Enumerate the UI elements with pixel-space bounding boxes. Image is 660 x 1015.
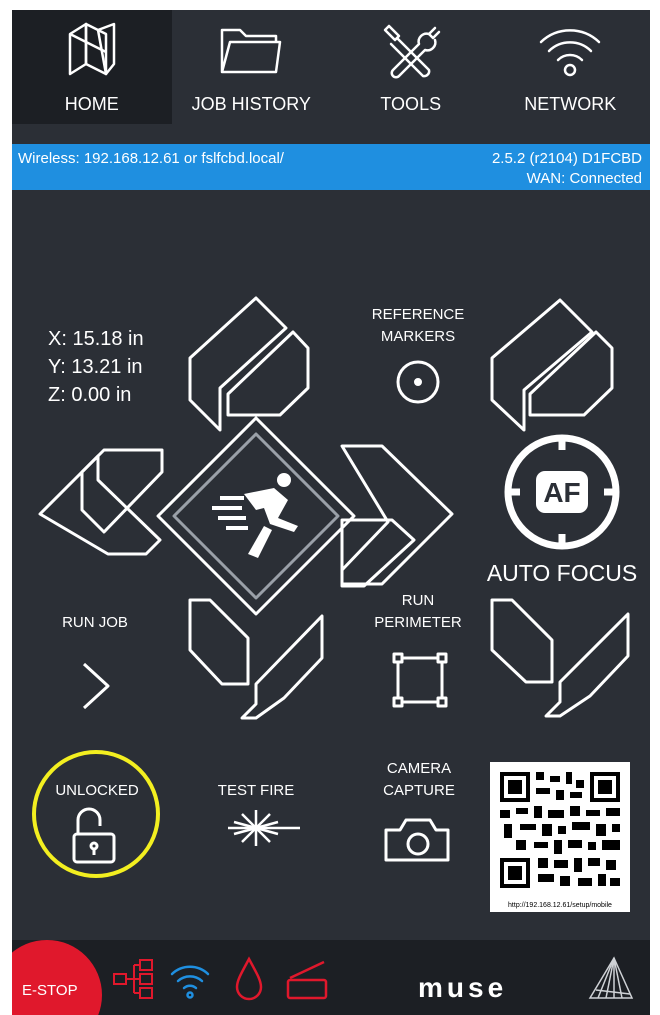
qr-caption: http://192.168.12.61/setup/mobile [508, 902, 612, 909]
qr-code-image [500, 772, 620, 888]
run-perimeter-label: RUN PERIMETER [374, 592, 462, 631]
af-badge-text: AF [543, 477, 580, 508]
run-job-label: RUN JOB [62, 614, 128, 631]
pyramid-logo-icon [588, 956, 634, 999]
test-fire-label: TEST FIRE [217, 782, 295, 799]
bottom-bar: E-STOP muse [12, 940, 650, 1015]
camera-capture-label: CAMERA CAPTURE [383, 760, 455, 799]
jog-right-button[interactable] [340, 444, 454, 588]
camera-icon[interactable] [384, 818, 450, 862]
test-fire-icon[interactable] [228, 810, 300, 846]
mobile-setup-qr[interactable]: http://192.168.12.61/setup/mobile [490, 762, 630, 912]
unlock-highlight-ring[interactable] [32, 750, 160, 878]
muse-brand-logo: muse [418, 972, 508, 1003]
reference-markers-label: REFERENCE MARKERS [371, 306, 465, 345]
z-up-button[interactable] [490, 298, 614, 432]
runner-icon [212, 473, 298, 558]
run-perimeter-icon[interactable] [392, 652, 448, 708]
scanner-lid-icon[interactable] [284, 958, 330, 1002]
estop-label: E-STOP [22, 982, 78, 999]
z-down-button[interactable] [490, 598, 630, 718]
jog-down-button[interactable] [188, 598, 324, 720]
wifi-icon[interactable] [168, 958, 212, 1002]
water-drop-icon[interactable] [234, 956, 264, 1002]
run-job-icon[interactable] [82, 662, 110, 710]
jog-up-button[interactable] [188, 296, 310, 432]
auto-focus-label: AUTO FOCUS [486, 560, 638, 586]
app-root: HOME JOB HISTORY TOOLS NETWORK Wireless:… [12, 10, 650, 1015]
network-tree-icon[interactable] [112, 958, 156, 1002]
estop-button[interactable] [12, 940, 102, 1015]
home-run-button[interactable] [156, 416, 356, 616]
jog-left-button[interactable] [38, 448, 164, 556]
